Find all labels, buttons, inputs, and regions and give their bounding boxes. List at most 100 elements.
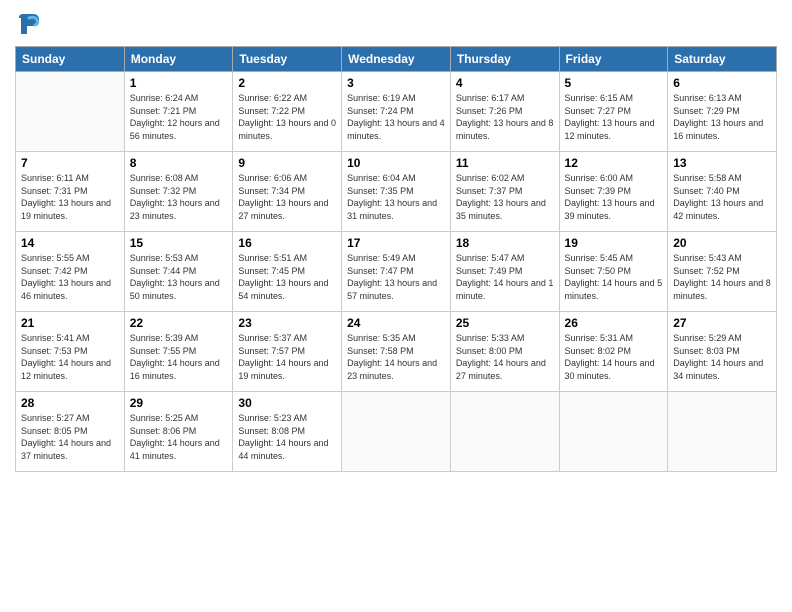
day-number: 19 [565, 236, 663, 250]
day-info: Sunrise: 6:11 AM Sunset: 7:31 PM Dayligh… [21, 172, 119, 222]
day-number: 13 [673, 156, 771, 170]
day-number: 3 [347, 76, 445, 90]
day-number: 5 [565, 76, 663, 90]
day-cell: 13 Sunrise: 5:58 AM Sunset: 7:40 PM Dayli… [668, 152, 777, 232]
day-info: Sunrise: 5:37 AM Sunset: 7:57 PM Dayligh… [238, 332, 336, 382]
column-header-tuesday: Tuesday [233, 47, 342, 72]
day-number: 17 [347, 236, 445, 250]
day-info: Sunrise: 5:41 AM Sunset: 7:53 PM Dayligh… [21, 332, 119, 382]
day-cell: 18 Sunrise: 5:47 AM Sunset: 7:49 PM Dayli… [450, 232, 559, 312]
day-cell: 15 Sunrise: 5:53 AM Sunset: 7:44 PM Dayli… [124, 232, 233, 312]
day-cell: 30 Sunrise: 5:23 AM Sunset: 8:08 PM Dayli… [233, 392, 342, 472]
day-number: 9 [238, 156, 336, 170]
day-cell: 25 Sunrise: 5:33 AM Sunset: 8:00 PM Dayli… [450, 312, 559, 392]
day-cell: 3 Sunrise: 6:19 AM Sunset: 7:24 PM Daylig… [342, 72, 451, 152]
day-info: Sunrise: 6:02 AM Sunset: 7:37 PM Dayligh… [456, 172, 554, 222]
column-header-thursday: Thursday [450, 47, 559, 72]
day-cell: 24 Sunrise: 5:35 AM Sunset: 7:58 PM Dayli… [342, 312, 451, 392]
week-row-5: 28 Sunrise: 5:27 AM Sunset: 8:05 PM Dayli… [16, 392, 777, 472]
day-number: 24 [347, 316, 445, 330]
day-cell: 28 Sunrise: 5:27 AM Sunset: 8:05 PM Dayli… [16, 392, 125, 472]
day-cell [16, 72, 125, 152]
day-info: Sunrise: 6:17 AM Sunset: 7:26 PM Dayligh… [456, 92, 554, 142]
day-number: 23 [238, 316, 336, 330]
day-cell: 16 Sunrise: 5:51 AM Sunset: 7:45 PM Dayli… [233, 232, 342, 312]
day-cell: 19 Sunrise: 5:45 AM Sunset: 7:50 PM Dayli… [559, 232, 668, 312]
day-number: 4 [456, 76, 554, 90]
page-header [15, 10, 777, 38]
day-info: Sunrise: 5:45 AM Sunset: 7:50 PM Dayligh… [565, 252, 663, 302]
day-cell: 21 Sunrise: 5:41 AM Sunset: 7:53 PM Dayli… [16, 312, 125, 392]
day-info: Sunrise: 5:43 AM Sunset: 7:52 PM Dayligh… [673, 252, 771, 302]
day-number: 18 [456, 236, 554, 250]
day-number: 20 [673, 236, 771, 250]
day-info: Sunrise: 6:13 AM Sunset: 7:29 PM Dayligh… [673, 92, 771, 142]
day-cell: 14Sunrise: 5:55 AM Sunset: 7:42 PM Dayli… [16, 232, 125, 312]
day-cell: 2Sunrise: 6:22 AM Sunset: 7:22 PM Daylig… [233, 72, 342, 152]
day-cell: 20 Sunrise: 5:43 AM Sunset: 7:52 PM Dayli… [668, 232, 777, 312]
day-cell: 29 Sunrise: 5:25 AM Sunset: 8:06 PM Dayli… [124, 392, 233, 472]
column-header-wednesday: Wednesday [342, 47, 451, 72]
day-info: Sunrise: 6:24 AM Sunset: 7:21 PM Dayligh… [130, 92, 228, 142]
day-cell: 23 Sunrise: 5:37 AM Sunset: 7:57 PM Dayli… [233, 312, 342, 392]
day-info: Sunrise: 5:35 AM Sunset: 7:58 PM Dayligh… [347, 332, 445, 382]
day-cell [668, 392, 777, 472]
week-row-1: 1Sunrise: 6:24 AM Sunset: 7:21 PM Daylig… [16, 72, 777, 152]
day-info: Sunrise: 5:23 AM Sunset: 8:08 PM Dayligh… [238, 412, 336, 462]
day-number: 12 [565, 156, 663, 170]
column-header-saturday: Saturday [668, 47, 777, 72]
logo-icon [15, 10, 43, 38]
day-number: 14 [21, 236, 119, 250]
column-header-sunday: Sunday [16, 47, 125, 72]
week-row-4: 21 Sunrise: 5:41 AM Sunset: 7:53 PM Dayli… [16, 312, 777, 392]
day-info: Sunrise: 5:51 AM Sunset: 7:45 PM Dayligh… [238, 252, 336, 302]
day-info: Sunrise: 6:19 AM Sunset: 7:24 PM Dayligh… [347, 92, 445, 142]
day-info: Sunrise: 5:58 AM Sunset: 7:40 PM Dayligh… [673, 172, 771, 222]
day-number: 27 [673, 316, 771, 330]
day-info: Sunrise: 6:08 AM Sunset: 7:32 PM Dayligh… [130, 172, 228, 222]
day-cell: 7Sunrise: 6:11 AM Sunset: 7:31 PM Daylig… [16, 152, 125, 232]
day-info: Sunrise: 5:27 AM Sunset: 8:05 PM Dayligh… [21, 412, 119, 462]
column-header-friday: Friday [559, 47, 668, 72]
day-number: 10 [347, 156, 445, 170]
day-number: 11 [456, 156, 554, 170]
day-number: 28 [21, 396, 119, 410]
day-number: 2 [238, 76, 336, 90]
day-cell: 1Sunrise: 6:24 AM Sunset: 7:21 PM Daylig… [124, 72, 233, 152]
day-cell: 11 Sunrise: 6:02 AM Sunset: 7:37 PM Dayli… [450, 152, 559, 232]
day-number: 16 [238, 236, 336, 250]
day-cell: 17 Sunrise: 5:49 AM Sunset: 7:47 PM Dayli… [342, 232, 451, 312]
day-cell [342, 392, 451, 472]
day-number: 30 [238, 396, 336, 410]
day-number: 26 [565, 316, 663, 330]
day-number: 8 [130, 156, 228, 170]
day-number: 29 [130, 396, 228, 410]
day-cell: 10 Sunrise: 6:04 AM Sunset: 7:35 PM Dayli… [342, 152, 451, 232]
calendar-table: SundayMondayTuesdayWednesdayThursdayFrid… [15, 46, 777, 472]
day-number: 25 [456, 316, 554, 330]
day-cell: 8 Sunrise: 6:08 AM Sunset: 7:32 PM Daylig… [124, 152, 233, 232]
day-info: Sunrise: 5:53 AM Sunset: 7:44 PM Dayligh… [130, 252, 228, 302]
day-cell: 6 Sunrise: 6:13 AM Sunset: 7:29 PM Daylig… [668, 72, 777, 152]
day-cell: 22Sunrise: 5:39 AM Sunset: 7:55 PM Dayli… [124, 312, 233, 392]
day-info: Sunrise: 5:47 AM Sunset: 7:49 PM Dayligh… [456, 252, 554, 302]
day-info: Sunrise: 5:25 AM Sunset: 8:06 PM Dayligh… [130, 412, 228, 462]
day-cell [450, 392, 559, 472]
day-cell [559, 392, 668, 472]
day-cell: 4 Sunrise: 6:17 AM Sunset: 7:26 PM Daylig… [450, 72, 559, 152]
day-info: Sunrise: 5:33 AM Sunset: 8:00 PM Dayligh… [456, 332, 554, 382]
logo [15, 10, 47, 38]
day-cell: 12 Sunrise: 6:00 AM Sunset: 7:39 PM Dayli… [559, 152, 668, 232]
column-header-monday: Monday [124, 47, 233, 72]
day-cell: 9Sunrise: 6:06 AM Sunset: 7:34 PM Daylig… [233, 152, 342, 232]
day-number: 15 [130, 236, 228, 250]
day-info: Sunrise: 6:00 AM Sunset: 7:39 PM Dayligh… [565, 172, 663, 222]
day-number: 6 [673, 76, 771, 90]
day-info: Sunrise: 6:04 AM Sunset: 7:35 PM Dayligh… [347, 172, 445, 222]
day-info: Sunrise: 6:15 AM Sunset: 7:27 PM Dayligh… [565, 92, 663, 142]
day-cell: 5 Sunrise: 6:15 AM Sunset: 7:27 PM Daylig… [559, 72, 668, 152]
day-number: 21 [21, 316, 119, 330]
day-info: Sunrise: 5:49 AM Sunset: 7:47 PM Dayligh… [347, 252, 445, 302]
day-info: Sunrise: 5:29 AM Sunset: 8:03 PM Dayligh… [673, 332, 771, 382]
day-info: Sunrise: 5:31 AM Sunset: 8:02 PM Dayligh… [565, 332, 663, 382]
